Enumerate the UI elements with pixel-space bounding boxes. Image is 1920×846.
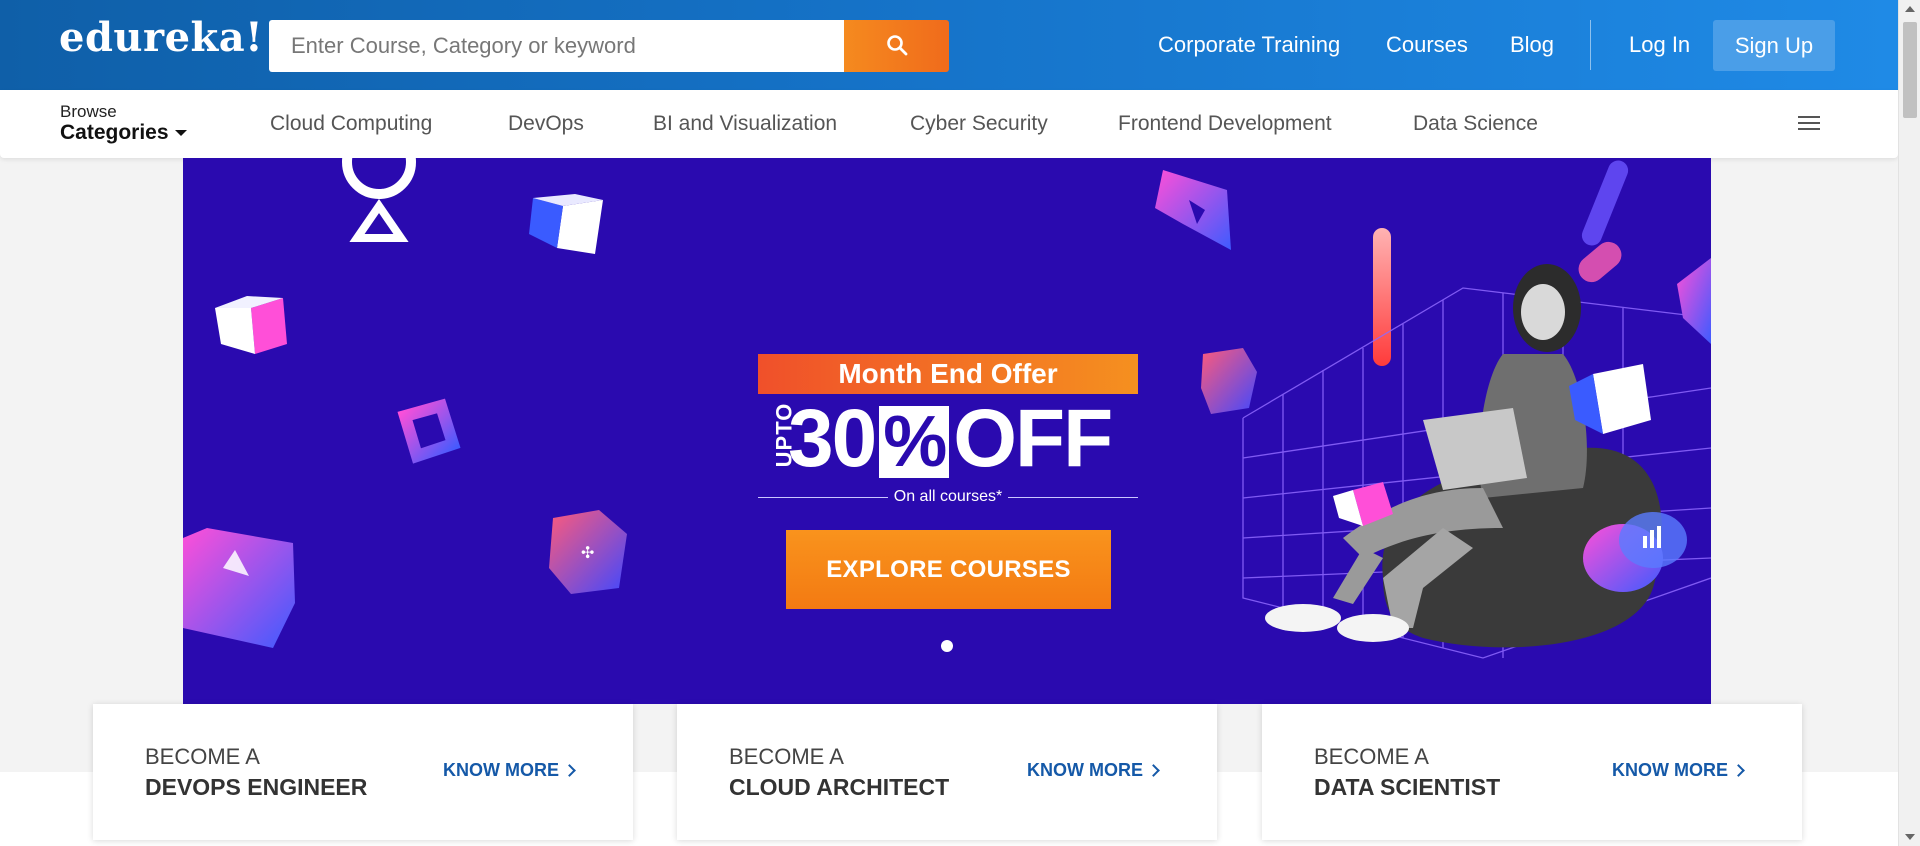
nav-blog-link[interactable]: Blog [1510,32,1554,58]
offer-block: Month End Offer UPTO 30 %OFF On all cours… [758,354,1138,609]
search-button[interactable] [844,20,949,72]
diamond-shape [397,398,461,464]
know-more-link[interactable]: KNOW MORE [443,760,576,781]
card-title: BECOME A CLOUD ARCHITECT [729,742,949,802]
offer-subtext: On all courses* [758,484,1138,510]
search-input[interactable] [269,20,844,72]
chevron-right-icon [1732,764,1745,777]
know-more-link[interactable]: KNOW MORE [1612,760,1745,781]
cube-shape-1 [529,194,603,254]
page-scrollbar[interactable] [1898,0,1920,846]
tableau-cube-shape: ✣ [549,510,627,594]
career-card-devops[interactable]: BECOME A DEVOPS ENGINEER KNOW MORE [93,704,633,840]
offer-badge: Month End Offer [758,354,1138,394]
category-cloud-computing[interactable]: Cloud Computing [270,112,432,136]
know-more-label: KNOW MORE [443,760,559,780]
category-data-science[interactable]: Data Science [1413,112,1538,136]
discount-number: 30 [788,393,877,484]
hero-banner[interactable]: ✣ Month End Offer UPTO 30 %OFF On all co… [183,158,1711,704]
category-bar: Browse Categories Cloud Computing DevOps… [0,90,1898,158]
category-bi-visualization[interactable]: BI and Visualization [653,112,837,136]
card-line2: DATA SCIENTIST [1314,774,1501,800]
nav-login[interactable]: Log In [1629,0,1690,90]
know-more-label: KNOW MORE [1027,760,1143,780]
nav-corporate-training-link[interactable]: Corporate Training [1158,32,1340,58]
card-line1: BECOME A [145,744,260,769]
sap-cube-shape [1201,348,1257,414]
career-card-data-scientist[interactable]: BECOME A DATA SCIENTIST KNOW MORE [1262,704,1802,840]
nav-courses-link[interactable]: Courses [1386,32,1468,58]
off-label: OFF [953,393,1113,484]
card-line1: BECOME A [729,744,844,769]
card-title: BECOME A DEVOPS ENGINEER [145,742,367,802]
cube-shape-2 [215,296,287,354]
cube-shape-5 [1677,258,1711,344]
chevron-right-icon [1147,764,1160,777]
card-line2: CLOUD ARCHITECT [729,774,950,800]
svg-text:✣: ✣ [581,543,594,562]
browse-label: Browse [60,102,117,121]
top-header: edureka! Corporate Training Courses Blog… [0,0,1898,90]
search-icon [886,34,908,59]
nav-divider [1590,20,1591,70]
edureka-logo[interactable]: edureka! [59,14,263,61]
categories-text: Categories [60,121,169,144]
nav-blog[interactable]: Blog [1510,0,1554,90]
card-line1: BECOME A [1314,744,1429,769]
explore-courses-button[interactable]: EXPLORE COURSES [786,530,1111,609]
caret-down-icon [174,130,187,137]
discount-amount: 30 %OFF [788,393,1113,484]
categories-label: Categories [60,121,187,145]
percent-sign: % [879,406,950,478]
card-line2: DEVOPS ENGINEER [145,774,368,800]
category-frontend-development[interactable]: Frontend Development [1118,112,1332,136]
triangle-shape [349,198,409,242]
login-link[interactable]: Log In [1629,32,1690,58]
category-devops[interactable]: DevOps [508,112,584,136]
azure-cube-shape [183,528,295,648]
scrollbar-thumb[interactable] [1903,22,1917,118]
card-title: BECOME A DATA SCIENTIST [1314,742,1500,802]
offer-discount: UPTO 30 %OFF [758,394,1138,484]
scroll-down-arrow-icon[interactable] [1905,834,1915,840]
career-card-cloud-architect[interactable]: BECOME A CLOUD ARCHITECT KNOW MORE [677,704,1217,840]
carousel-dot-active[interactable] [941,640,953,652]
signup-button[interactable]: Sign Up [1713,20,1835,71]
nav-courses[interactable]: Courses [1386,0,1468,90]
nav-corporate-training[interactable]: Corporate Training [1158,0,1340,90]
know-more-link[interactable]: KNOW MORE [1027,760,1160,781]
search-bar [269,20,949,72]
chevron-right-icon [563,764,576,777]
scroll-up-arrow-icon[interactable] [1905,6,1915,12]
ring-shape [342,158,416,199]
rod-shape [1373,228,1391,366]
hamburger-menu-icon[interactable] [1798,116,1820,132]
browse-categories-dropdown[interactable]: Browse Categories [60,102,187,145]
category-cyber-security[interactable]: Cyber Security [910,112,1048,136]
know-more-label: KNOW MORE [1612,760,1728,780]
